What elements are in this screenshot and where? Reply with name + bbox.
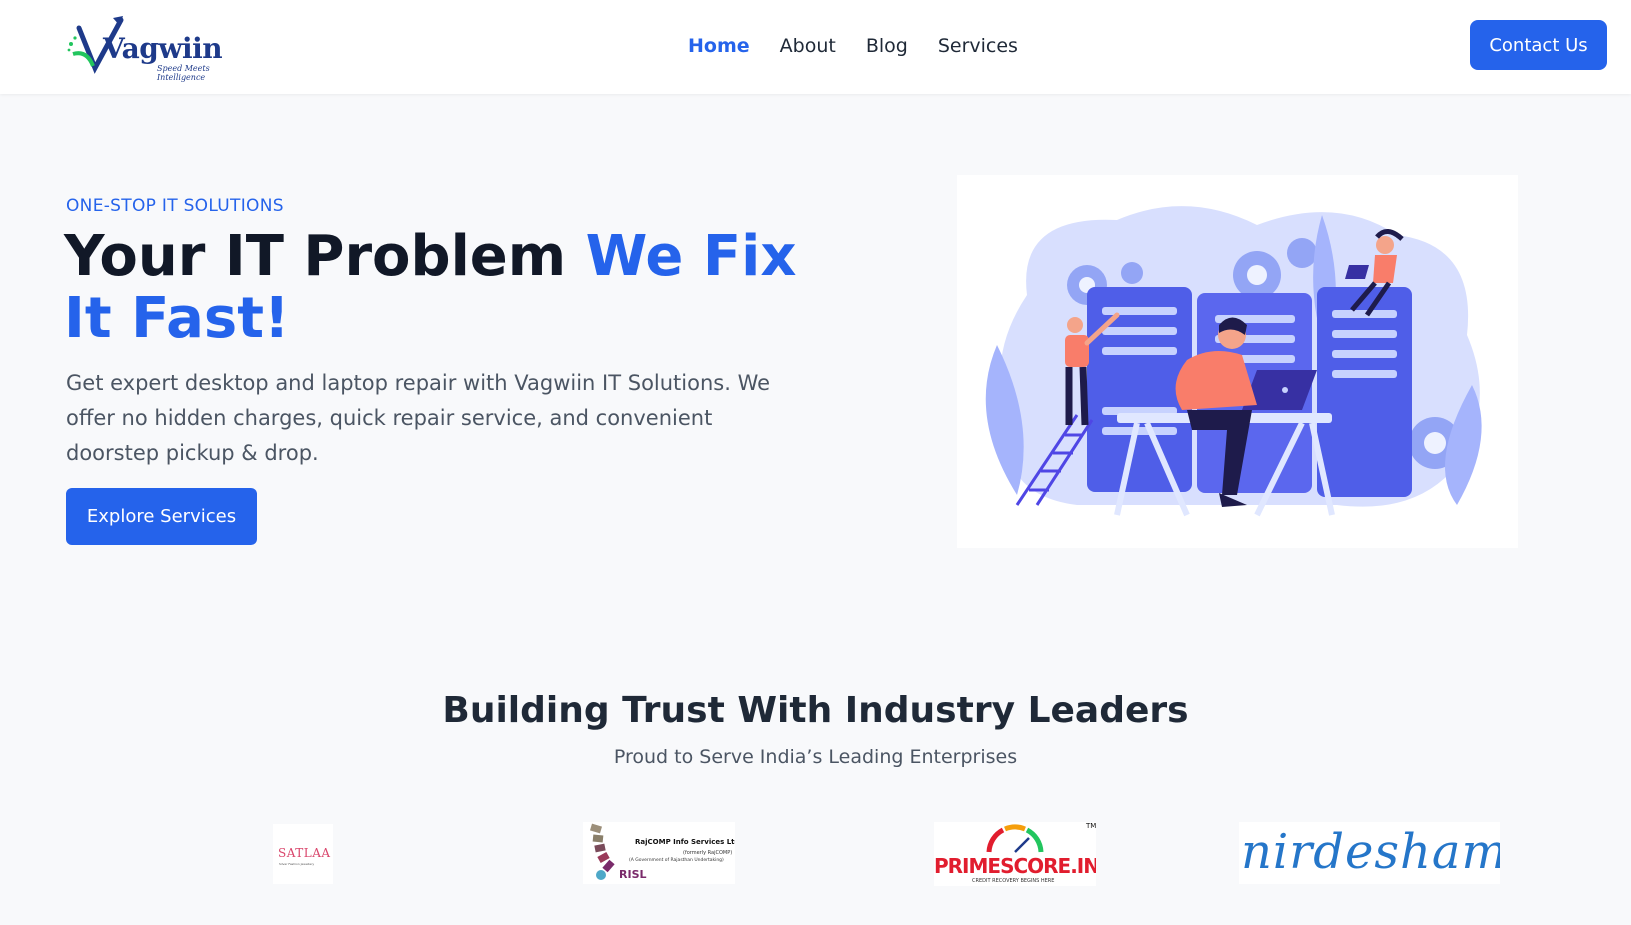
primescore-name: PRIMESCORE.IN — [934, 854, 1096, 878]
hero-title-plain: Your IT Problem — [64, 224, 586, 289]
it-team-illustration-icon — [985, 206, 1482, 517]
nav-home[interactable]: Home — [688, 35, 750, 57]
nav-services[interactable]: Services — [938, 35, 1018, 57]
partner-logo-nirdesham: nirdesham — [1239, 822, 1500, 884]
trust-section-subtitle: Proud to Serve India’s Leading Enterpris… — [613, 746, 1018, 768]
partner-logo-satlaa: SATLAA Silver Fashion Jewellery — [273, 824, 333, 884]
nav-blog[interactable]: Blog — [866, 35, 908, 57]
hero-description: Get expert desktop and laptop repair wit… — [66, 371, 771, 465]
risl-formerly: (formerly RajCOMP) — [683, 850, 733, 856]
partner-logo-risl: RajCOMP Info Services Ltd (formerly RajC… — [583, 822, 735, 884]
speedometer-icon — [986, 824, 1044, 853]
risl-company-name: RajCOMP Info Services Ltd — [635, 838, 735, 846]
contact-us-button[interactable]: Contact Us — [1470, 20, 1607, 70]
risl-undertaking: (A Government of Rajasthan Undertaking) — [629, 858, 724, 863]
primescore-tm: TM — [1086, 822, 1096, 830]
main-nav: Home About Blog Services — [688, 32, 1018, 60]
hero-title: Your IT Problem We Fix It Fast! — [64, 226, 824, 350]
hero-illustration — [957, 175, 1518, 548]
site-header: Vagwiin Speed Meets Intelligence Home Ab… — [0, 0, 1631, 94]
risl-short: RISL — [619, 868, 647, 881]
vagwiin-logo[interactable]: Vagwiin Speed Meets Intelligence — [65, 14, 245, 82]
primescore-tagline: CREDIT RECOVERY BEGINS HERE — [972, 878, 1055, 884]
explore-services-button[interactable]: Explore Services — [66, 488, 257, 545]
satlaa-name: SATLAA — [278, 846, 331, 860]
satlaa-tagline: Silver Fashion Jewellery — [279, 862, 315, 866]
nirdesham-name: nirdesham — [1241, 824, 1500, 880]
logo-tagline: Speed Meets Intelligence — [157, 64, 210, 82]
partner-logo-primescore: TM PRIMESCORE.IN CREDIT RECOVERY BEGINS … — [934, 822, 1096, 886]
logo-brand-text: Vagwiin — [103, 32, 223, 65]
trust-section-title: Building Trust With Industry Leaders — [442, 690, 1189, 731]
nav-about[interactable]: About — [780, 35, 836, 57]
hero-eyebrow: ONE-STOP IT SOLUTIONS — [66, 196, 284, 216]
